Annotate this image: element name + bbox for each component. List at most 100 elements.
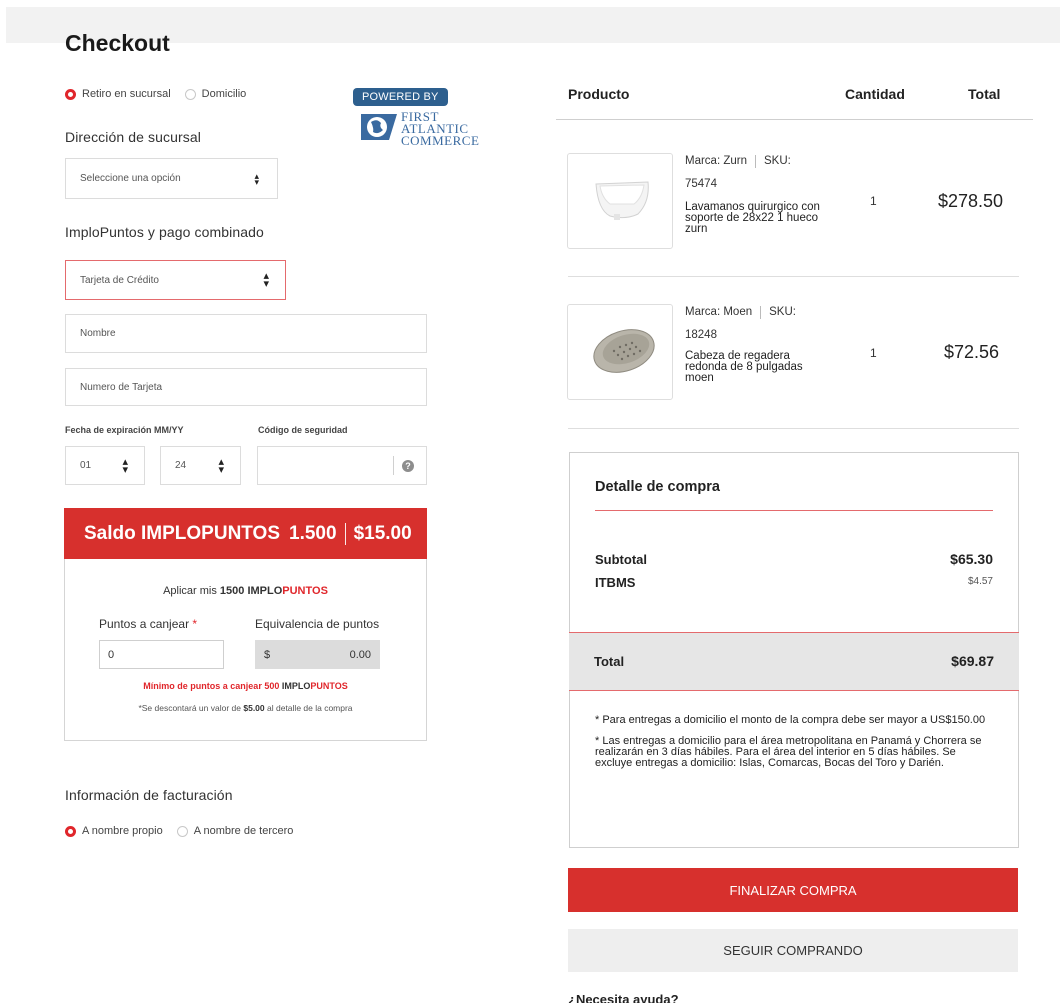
total-label: Total: [594, 654, 625, 669]
billing-option-label: A nombre de tercero: [193, 825, 294, 837]
payment-method-select[interactable]: Tarjeta de Crédito ▴ ▾: [65, 260, 286, 300]
powered-by-badge: POWERED BY: [353, 88, 448, 106]
branch-section-title: Dirección de sucursal: [65, 129, 201, 145]
implopuntos-header-points: 1.500: [289, 522, 337, 544]
radio-selected-icon[interactable]: [65, 88, 76, 100]
delivery-options: Retiro en sucursal Domicilio: [65, 88, 260, 100]
billing-option-label: A nombre propio: [82, 825, 163, 837]
min-text: Mínimo de puntos a canjear 500: [143, 681, 280, 691]
tax-value: $4.57: [967, 576, 993, 587]
finish-purchase-button[interactable]: FINALIZAR COMPRA: [568, 868, 1018, 912]
first-atlantic-commerce-logo: POWERED BY FIRST ATLANTIC COMMERCE: [353, 88, 503, 158]
logo-wordmark: FIRST ATLANTIC COMMERCE: [401, 110, 480, 148]
branch-select-value: Seleccione una opción: [80, 173, 181, 184]
billing-options: A nombre propio A nombre de tercero: [65, 825, 307, 837]
payment-method-value: Tarjeta de Crédito: [80, 274, 159, 286]
column-header-quantity: Cantidad: [845, 86, 905, 102]
product-meta: Marca: Moen SKU: 18248: [685, 305, 796, 342]
delivery-option-pickup[interactable]: Retiro en sucursal: [65, 88, 171, 100]
card-number-input[interactable]: Numero de Tarjeta: [65, 368, 427, 406]
product-quantity: 1: [870, 346, 877, 360]
product-price: $72.56: [944, 342, 1000, 362]
note-prefix: *Se descontará un valor de: [138, 703, 241, 713]
shower-head-image: [593, 329, 655, 373]
cvv-input[interactable]: ?: [257, 446, 427, 485]
row-divider: [568, 428, 1019, 429]
implopuntos-header-amount: $15.00: [353, 522, 412, 544]
required-mark: *: [192, 617, 198, 631]
product-description[interactable]: Cabeza de regadera redonda de 8 pulgadas…: [685, 350, 810, 384]
product-sku: 75474: [685, 178, 717, 190]
minimum-points-message: Mínimo de puntos a canjear 500 IMPLOPUNT…: [65, 681, 426, 691]
min-red: PUNTOS: [310, 681, 348, 691]
product-brand: Marca: Moen: [685, 306, 753, 318]
tax-label: ITBMS: [595, 575, 636, 590]
expiry-month-value: 01: [80, 460, 92, 471]
implopuntos-header: Saldo IMPLOPUNTOS 1.500 $15.00: [64, 508, 427, 559]
delivery-note-minimum: * Para entregas a domicilio el monto de …: [595, 714, 986, 726]
product-sku: 18248: [685, 329, 717, 341]
implopuntos-apply-text: Aplicar mis 1500 IMPLOPUNTOS: [65, 585, 426, 597]
summary-title-rule: [595, 510, 993, 511]
product-image[interactable]: [567, 153, 673, 249]
points-to-redeem-label: Puntos a canjear *: [99, 617, 197, 631]
expiry-year-select[interactable]: 24 ▴ ▾: [160, 446, 241, 485]
header-divider: [344, 522, 346, 545]
points-equivalence-field: $ 0.00: [255, 640, 380, 669]
equivalence-currency: $: [264, 648, 271, 661]
note-suffix: al detalle de la compra: [267, 703, 353, 713]
expiry-year-value: 24: [175, 460, 187, 471]
delivery-notes: * Para entregas a domicilio el monto de …: [595, 715, 995, 779]
points-label-text: Puntos a canjear: [99, 617, 190, 631]
purchase-summary: Detalle de compra Subtotal $65.30 ITBMS …: [569, 452, 1019, 848]
implopuntos-header-label: Saldo IMPLOPUNTOS: [84, 522, 281, 544]
radio-unselected-icon[interactable]: [184, 88, 196, 100]
select-arrows-icon: ▴ ▾: [263, 270, 269, 290]
radio-selected-icon[interactable]: [65, 825, 76, 837]
expiry-label: Fecha de expiración MM/YY: [65, 425, 184, 435]
delivery-note-times: * Las entregas a domicilio para el área …: [595, 735, 982, 769]
subtotal-label: Subtotal: [595, 552, 647, 567]
product-price: $278.50: [938, 191, 1004, 211]
delivery-option-label: Retiro en sucursal: [82, 88, 171, 100]
discount-note: *Se descontará un valor de $5.00 al deta…: [65, 703, 426, 713]
page-title: Checkout: [65, 30, 170, 56]
row-divider: [568, 276, 1019, 277]
delivery-option-home[interactable]: Domicilio: [184, 88, 246, 100]
card-number-placeholder: Numero de Tarjeta: [80, 381, 163, 393]
billing-option-own[interactable]: A nombre propio: [65, 825, 163, 837]
billing-option-third-party[interactable]: A nombre de tercero: [176, 825, 294, 837]
apply-bold: 1500 IMPLO: [219, 585, 283, 597]
card-name-placeholder: Nombre: [80, 328, 116, 339]
table-header-divider: [556, 119, 1033, 120]
logo-line-3: COMMERCE: [401, 133, 480, 148]
help-heading: ¿Necesita ayuda?: [568, 992, 679, 1003]
product-meta: Marca: Zurn SKU: 75474: [685, 154, 791, 191]
meta-divider: [755, 154, 756, 168]
apply-prefix: Aplicar mis: [163, 585, 217, 597]
points-equivalence-label: Equivalencia de puntos: [255, 617, 380, 631]
payment-section-title: ImploPuntos y pago combinado: [65, 224, 264, 240]
min-dark: IMPLO: [281, 681, 311, 691]
select-arrows-icon: ▴ ▾: [122, 455, 128, 476]
column-header-product: Producto: [568, 86, 630, 102]
select-arrows-icon: ▴ ▾: [254, 170, 259, 187]
total-row: Total $69.87: [569, 632, 1019, 691]
column-header-total: Total: [968, 86, 1001, 102]
help-icon[interactable]: ?: [402, 459, 414, 472]
billing-section-title: Información de facturación: [65, 787, 233, 803]
product-image[interactable]: [567, 304, 673, 400]
expiry-month-select[interactable]: 01 ▴ ▾: [65, 446, 145, 485]
summary-title: Detalle de compra: [595, 479, 720, 495]
input-divider: [393, 456, 394, 475]
product-quantity: 1: [870, 194, 877, 208]
card-name-input[interactable]: Nombre: [65, 314, 427, 353]
product-description[interactable]: Lavamanos quirurgico con soporte de 28x2…: [685, 201, 825, 235]
product-sku-label: SKU:: [769, 306, 796, 318]
equivalence-value: 0.00: [349, 648, 371, 661]
radio-unselected-icon[interactable]: [176, 825, 188, 837]
points-input[interactable]: 0: [99, 640, 224, 669]
branch-select[interactable]: Seleccione una opción ▴ ▾: [65, 158, 278, 199]
implopuntos-panel: Saldo IMPLOPUNTOS 1.500 $15.00 Aplicar m…: [64, 508, 427, 741]
continue-shopping-button[interactable]: SEGUIR COMPRANDO: [568, 929, 1018, 972]
